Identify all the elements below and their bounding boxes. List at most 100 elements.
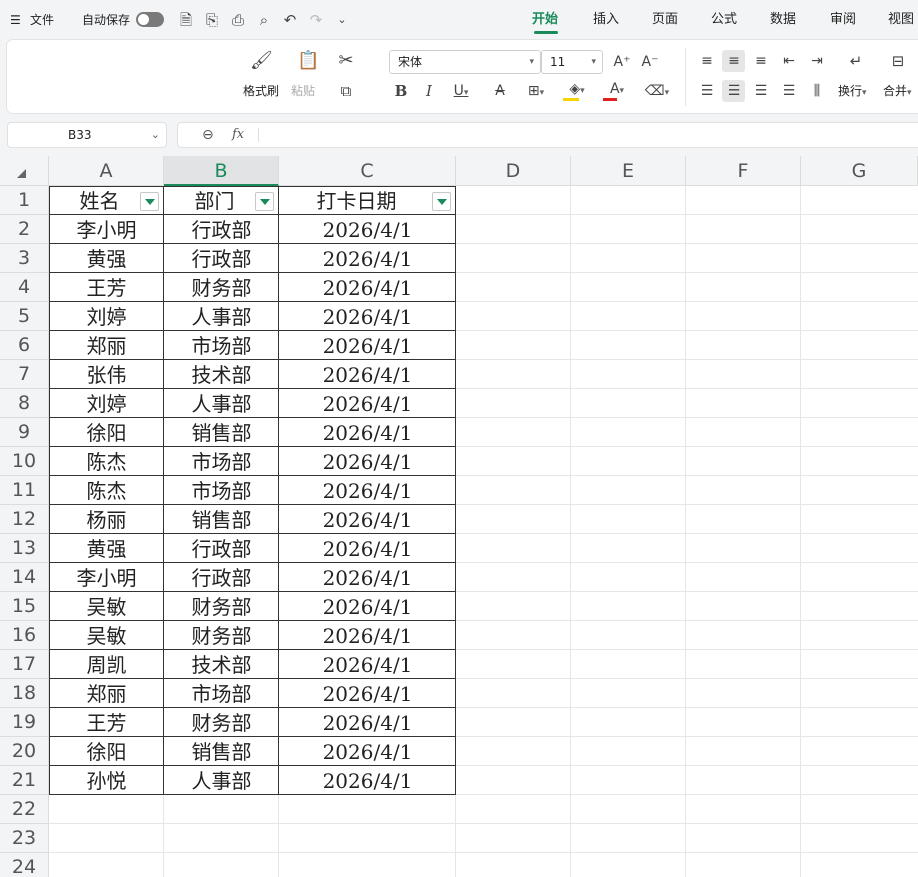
row-header-18[interactable]: 18	[0, 679, 49, 708]
table-cell[interactable]: 2026/4/1	[279, 737, 456, 766]
undo-icon[interactable]: ↶	[281, 11, 299, 29]
table-cell[interactable]: 行政部	[164, 534, 279, 563]
tab-insert[interactable]: 插入	[593, 0, 619, 40]
table-cell[interactable]: 2026/4/1	[279, 418, 456, 447]
row-header-9[interactable]: 9	[0, 418, 49, 447]
align-left-icon[interactable]: ☰	[697, 80, 717, 102]
increase-font-icon[interactable]: A⁺	[611, 51, 633, 73]
table-cell[interactable]: 2026/4/1	[279, 273, 456, 302]
table-cell[interactable]: 郑丽	[49, 679, 164, 708]
align-right-icon[interactable]: ☰	[751, 80, 771, 102]
table-cell[interactable]: 2026/4/1	[279, 389, 456, 418]
table-cell[interactable]: 行政部	[164, 244, 279, 273]
table-cell[interactable]: 2026/4/1	[279, 302, 456, 331]
export-icon[interactable]: ⎘	[203, 11, 221, 29]
row-header-22[interactable]: 22	[0, 795, 49, 824]
table-cell[interactable]: 徐阳	[49, 737, 164, 766]
font-size-select[interactable]: 11 ▾	[541, 50, 603, 74]
table-cell[interactable]: 徐阳	[49, 418, 164, 447]
table-cell[interactable]: 王芳	[49, 708, 164, 737]
table-cell[interactable]: 人事部	[164, 389, 279, 418]
table-cell[interactable]: 张伟	[49, 360, 164, 389]
outdent-icon[interactable]: ⇤	[779, 50, 799, 72]
table-cell[interactable]: 黄强	[49, 244, 164, 273]
table-cell[interactable]: 王芳	[49, 273, 164, 302]
paste-button[interactable]: 粘贴	[291, 82, 315, 99]
table-cell[interactable]: 2026/4/1	[279, 505, 456, 534]
table-cell[interactable]: 财务部	[164, 621, 279, 650]
table-cell[interactable]: 人事部	[164, 766, 279, 795]
align-bottom-icon[interactable]: ≡	[751, 50, 771, 72]
justify-icon[interactable]: ☰	[779, 80, 799, 102]
tab-review[interactable]: 审阅	[830, 0, 856, 40]
row-header-5[interactable]: 5	[0, 302, 49, 331]
column-header-g[interactable]: G	[801, 156, 918, 186]
table-cell[interactable]: 2026/4/1	[279, 592, 456, 621]
row-header-16[interactable]: 16	[0, 621, 49, 650]
table-cell[interactable]: 技术部	[164, 360, 279, 389]
table-cell[interactable]: 销售部	[164, 418, 279, 447]
row-header-23[interactable]: 23	[0, 824, 49, 853]
bold-icon[interactable]: B	[392, 80, 410, 102]
print-icon[interactable]: ⎙	[229, 11, 247, 29]
align-center-icon[interactable]: ☰	[724, 80, 744, 102]
row-header-10[interactable]: 10	[0, 447, 49, 476]
row-header-13[interactable]: 13	[0, 534, 49, 563]
table-cell[interactable]: 技术部	[164, 650, 279, 679]
table-cell[interactable]: 2026/4/1	[279, 476, 456, 505]
table-cell[interactable]: 市场部	[164, 476, 279, 505]
decrease-font-icon[interactable]: A⁻	[639, 51, 661, 73]
filter-dropdown-icon[interactable]	[140, 192, 159, 211]
table-cell[interactable]: 杨丽	[49, 505, 164, 534]
hamburger-icon[interactable]: ☰	[10, 0, 21, 40]
header-cell[interactable]: 打卡日期	[279, 186, 456, 215]
print-preview-icon[interactable]: ⌕	[255, 11, 273, 29]
table-cell[interactable]: 刘婷	[49, 389, 164, 418]
italic-icon[interactable]: I	[420, 80, 438, 102]
filter-dropdown-icon[interactable]	[432, 192, 451, 211]
table-cell[interactable]: 2026/4/1	[279, 650, 456, 679]
row-header-3[interactable]: 3	[0, 244, 49, 273]
column-header-b[interactable]: B	[164, 156, 279, 186]
strikethrough-icon[interactable]: A	[491, 80, 509, 102]
save-icon[interactable]: 🗎	[177, 11, 195, 29]
font-name-select[interactable]: 宋体 ▾	[389, 50, 541, 74]
table-cell[interactable]: 2026/4/1	[279, 447, 456, 476]
align-top-icon[interactable]: ≡	[697, 50, 717, 72]
row-header-20[interactable]: 20	[0, 737, 49, 766]
border-icon[interactable]: ⊞▾	[521, 80, 551, 104]
table-cell[interactable]: 2026/4/1	[279, 563, 456, 592]
distributed-icon[interactable]: ⫼	[807, 80, 827, 102]
select-all-corner[interactable]	[0, 156, 49, 186]
indent-icon[interactable]: ⇥	[807, 50, 827, 72]
file-menu[interactable]: 文件	[30, 0, 54, 40]
table-cell[interactable]: 2026/4/1	[279, 679, 456, 708]
table-cell[interactable]: 李小明	[49, 563, 164, 592]
format-painter-icon[interactable]: 🖌	[250, 50, 273, 72]
redo-icon[interactable]: ↷	[307, 11, 325, 29]
table-cell[interactable]: 行政部	[164, 215, 279, 244]
row-header-12[interactable]: 12	[0, 505, 49, 534]
table-cell[interactable]: 2026/4/1	[279, 534, 456, 563]
table-cell[interactable]: 市场部	[164, 331, 279, 360]
table-cell[interactable]: 2026/4/1	[279, 766, 456, 795]
table-cell[interactable]: 孙悦	[49, 766, 164, 795]
row-header-21[interactable]: 21	[0, 766, 49, 795]
merge-button[interactable]: 合并▾	[883, 82, 912, 99]
column-header-d[interactable]: D	[456, 156, 571, 186]
fx-icon[interactable]: fx	[232, 123, 244, 147]
table-cell[interactable]: 财务部	[164, 592, 279, 621]
row-header-24[interactable]: 24	[0, 853, 49, 877]
tab-home[interactable]: 开始	[532, 0, 558, 40]
table-cell[interactable]: 人事部	[164, 302, 279, 331]
table-cell[interactable]: 财务部	[164, 273, 279, 302]
table-cell[interactable]: 黄强	[49, 534, 164, 563]
row-header-7[interactable]: 7	[0, 360, 49, 389]
table-cell[interactable]: 2026/4/1	[279, 360, 456, 389]
formula-bar[interactable]: ⊖ fx	[177, 122, 918, 148]
format-painter-button[interactable]: 格式刷	[243, 82, 279, 99]
table-cell[interactable]: 李小明	[49, 215, 164, 244]
tab-page[interactable]: 页面	[652, 0, 678, 40]
row-header-2[interactable]: 2	[0, 215, 49, 244]
underline-icon[interactable]: U▾	[448, 80, 474, 104]
